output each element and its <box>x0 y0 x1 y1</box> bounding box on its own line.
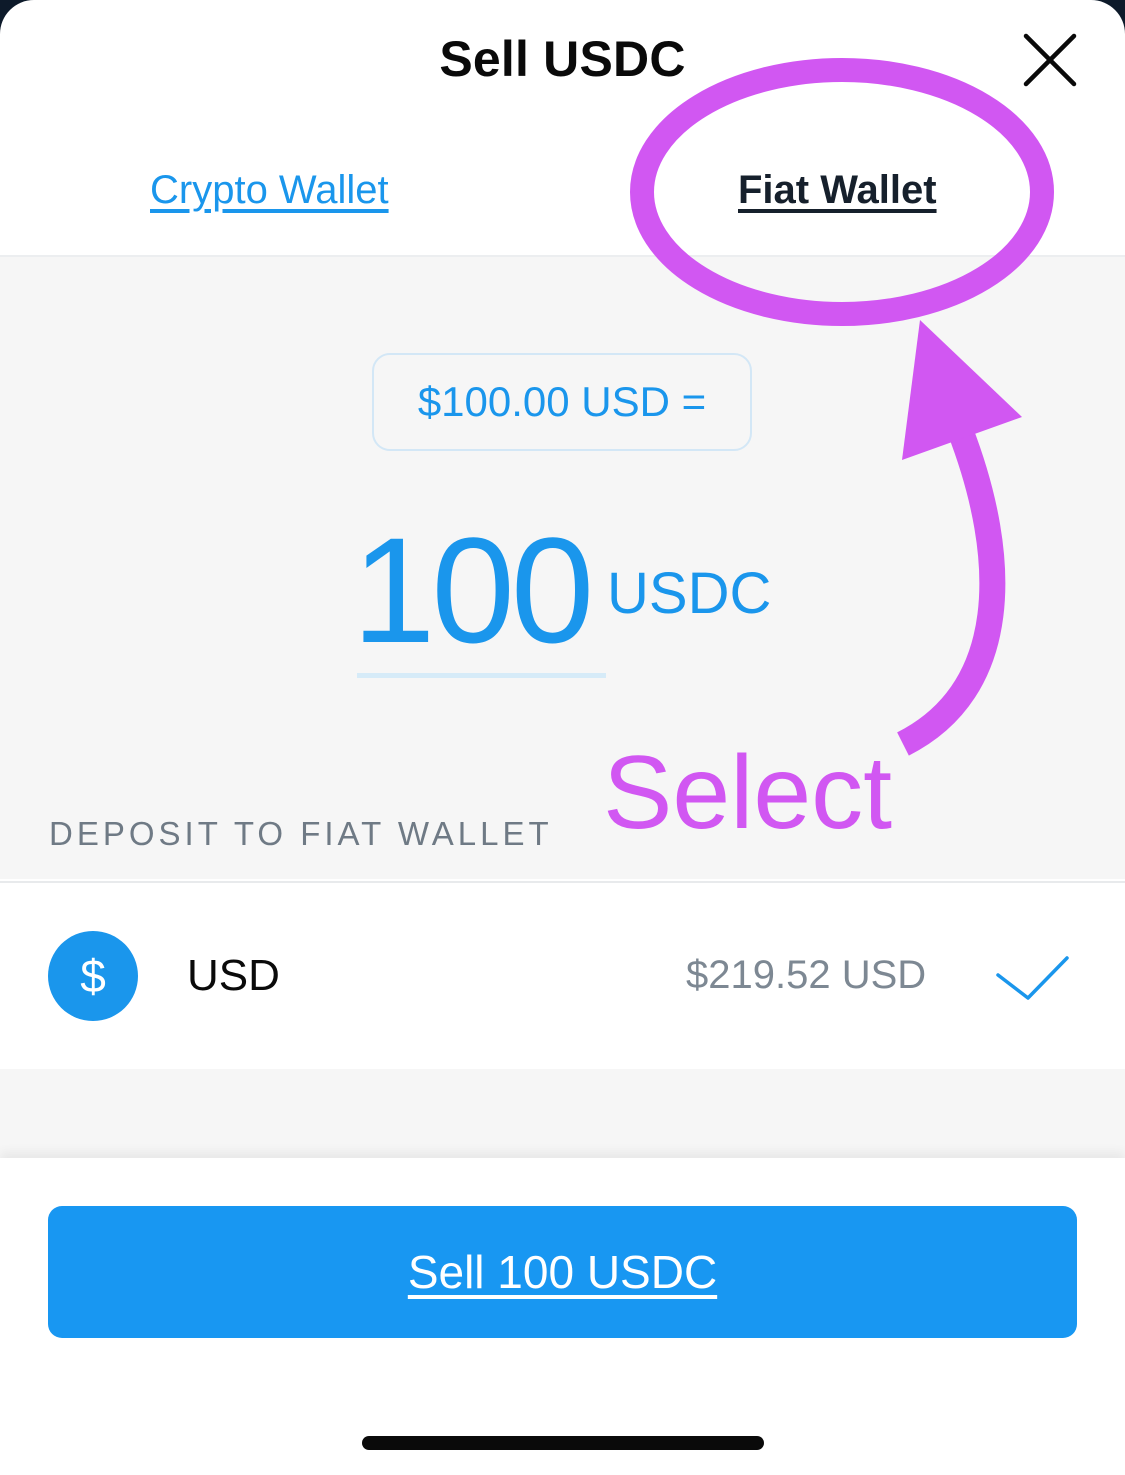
footer: Sell 100 USDC <box>0 1158 1125 1475</box>
home-indicator <box>362 1436 764 1450</box>
deposit-section-label: DEPOSIT TO FIAT WALLET <box>49 815 553 852</box>
close-button[interactable] <box>1020 30 1080 90</box>
sell-sheet: Sell USDC Crypto Wallet Fiat Wallet $100… <box>0 0 1125 1475</box>
amount-input[interactable]: 100 <box>352 510 594 670</box>
currency-toggle-button[interactable]: $100.00 USD = <box>372 353 752 451</box>
tab-crypto-wallet[interactable]: Crypto Wallet <box>150 168 389 213</box>
header: Sell USDC <box>0 0 1125 120</box>
wallet-row-usd[interactable]: $ USD $219.52 USD <box>0 881 1125 1071</box>
wallet-name: USD <box>187 951 280 1000</box>
tab-fiat-wallet[interactable]: Fiat Wallet <box>738 168 937 213</box>
dollar-coin-icon: $ <box>48 931 138 1021</box>
amount-unit: USDC <box>607 561 772 626</box>
close-icon[interactable] <box>1020 30 1080 90</box>
amount-underline <box>357 673 606 678</box>
checkmark-icon <box>996 956 1069 1000</box>
wallet-tabs: Crypto Wallet Fiat Wallet <box>0 120 1125 257</box>
page-title: Sell USDC <box>439 31 686 87</box>
wallet-balance: $219.52 USD <box>686 953 927 997</box>
list-spacer <box>0 1069 1125 1159</box>
sell-button[interactable]: Sell 100 USDC <box>48 1206 1077 1338</box>
